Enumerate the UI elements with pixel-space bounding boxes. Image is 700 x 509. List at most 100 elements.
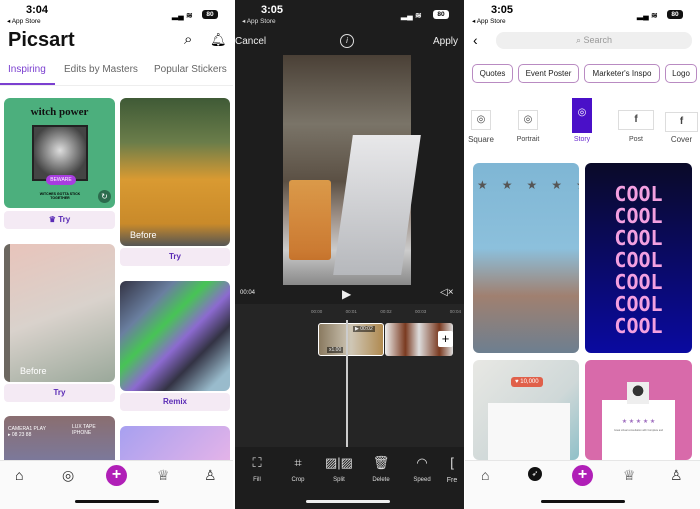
vhs-overlay-text: LUX TAPE IPHONE [72, 424, 96, 436]
collage-card[interactable] [120, 281, 230, 391]
video-preview [283, 55, 421, 285]
home-indicator [75, 500, 159, 503]
before-card-pink-hair[interactable]: Before [4, 244, 115, 382]
ruler-tick: 00:03 [415, 309, 427, 314]
play-button[interactable]: ▶ [342, 287, 351, 301]
chip-quotes[interactable]: Quotes [472, 64, 513, 83]
battery-icon: 80 [667, 10, 683, 19]
chip-marketers-inspo[interactable]: Marketer's Inspo [584, 64, 660, 83]
back-to-app-store[interactable]: ◂ App Store [242, 17, 276, 25]
vhs-overlay-text: CAMERA1 PLAY ▸ 08 23 88 [8, 426, 46, 438]
template-stars-photo[interactable]: ★★★★★★★★★★ [473, 163, 579, 353]
format-portrait[interactable]: ◎ Portrait [513, 110, 543, 143]
before-label: Before [20, 366, 47, 376]
compass-icon[interactable]: ◎ [62, 467, 74, 484]
create-button[interactable]: + [106, 465, 127, 486]
instagram-icon: ◎ [572, 98, 592, 133]
signal-wifi-icon: ▂▄ ≋ [172, 11, 193, 20]
picsart-logo: Picsart [8, 29, 75, 51]
trash-icon: 🗑︎ [372, 455, 390, 470]
tab-inspiring[interactable]: Inspiring [8, 64, 46, 75]
remix-button[interactable]: Remix [120, 393, 230, 411]
split-icon: ▨|▨ [325, 455, 353, 470]
fill-icon: ⛶ [252, 455, 262, 470]
format-cover[interactable]: f Cover [665, 112, 698, 144]
replay-icon[interactable]: ↻ [98, 190, 111, 203]
video-editor-screen: 3:05 ◂ App Store ▂▄ ≋ 80 Cancel i Apply … [235, 0, 464, 509]
tabs-divider [0, 85, 233, 86]
trophy-icon[interactable]: ♕ [623, 467, 636, 484]
status-time: 3:04 [26, 4, 49, 16]
template-map[interactable]: ♥ 10,000 [473, 360, 579, 460]
compass-icon[interactable]: ➶ [528, 467, 542, 481]
star-pattern: ★★★★★★★★★★ [477, 178, 579, 192]
speed-tool[interactable]: ◠ Speed [404, 455, 440, 483]
try-button[interactable]: ♛ Try [4, 211, 115, 229]
cancel-button[interactable]: Cancel [235, 36, 266, 47]
timeline-ruler: 00:00 00:01 00:02 00:03 00:04 [311, 309, 461, 314]
apply-button[interactable]: Apply [433, 36, 458, 47]
crop-tool[interactable]: ⌗ Crop [280, 455, 316, 483]
home-icon[interactable]: ⌂ [15, 467, 23, 483]
before-card-saree[interactable]: Before [120, 98, 230, 246]
review-stars: ★ ★ ★ ★ ★ [621, 419, 656, 425]
fill-tool[interactable]: ⛶ Fill [239, 455, 275, 483]
profile-icon[interactable]: ♙ [670, 467, 683, 484]
video-clip-selected[interactable]: ▶ 00:02 x1.00 [318, 323, 384, 356]
ruler-tick: 00:01 [345, 309, 357, 314]
delete-tool[interactable]: 🗑︎ Delete [363, 455, 399, 483]
speedometer-icon: ◠ [416, 455, 428, 470]
ruler-tick: 00:04 [449, 309, 461, 314]
search-icon[interactable]: ⌕ [184, 31, 192, 48]
home-screen: 3:04 ◂ App Store ▂▄ ≋ 80 Picsart ⌕ 🔔︎ In… [0, 0, 233, 509]
home-icon[interactable]: ⌂ [481, 467, 489, 483]
template-cool[interactable]: COOL COOL COOL COOL COOL COOL COOL [585, 163, 692, 353]
info-icon[interactable]: i [340, 34, 354, 48]
back-to-app-store[interactable]: ◂ App Store [472, 17, 506, 25]
clip-duration: ▶ 00:02 [353, 326, 375, 332]
witch-power-card[interactable]: witch power BEWARE WITCHES GOTTA STICK T… [4, 98, 115, 208]
laptop [333, 135, 421, 275]
mute-icon[interactable]: ◁× [440, 287, 454, 298]
chip-logo[interactable]: Logo [665, 64, 697, 83]
witch-title: witch power [30, 106, 89, 118]
vhs-card[interactable]: CAMERA1 PLAY ▸ 08 23 88 LUX TAPE IPHONE [4, 416, 115, 466]
try-button[interactable]: Try [120, 248, 230, 266]
battery-icon: 80 [433, 10, 449, 19]
bottom-nav: ⌂ ➶ + ♕ ♙ [465, 460, 700, 509]
ruler-tick: 00:02 [380, 309, 392, 314]
before-label: Before [130, 230, 157, 240]
tab-popular-stickers[interactable]: Popular Stickers [154, 64, 227, 75]
templates-screen: 3:05 ◂ App Store ▂▄ ≋ 80 ‹ ⌕ Search Quot… [465, 0, 700, 509]
split-tool[interactable]: ▨|▨ Split [321, 455, 357, 483]
facebook-icon: f [618, 110, 654, 130]
crop-icon: ⌗ [294, 455, 302, 470]
freeze-tool[interactable]: [Fre [442, 455, 462, 484]
format-square[interactable]: ◎ Square [466, 110, 496, 144]
bottom-nav: ⌂ ◎ + ♕ ♙ [0, 460, 233, 509]
orange-drink [289, 180, 331, 260]
back-arrow-icon[interactable]: ‹ [473, 32, 478, 48]
create-button[interactable]: + [572, 465, 593, 486]
trophy-icon[interactable]: ♕ [157, 467, 170, 484]
profile-icon[interactable]: ♙ [204, 467, 217, 484]
current-time: 00:04 [240, 290, 256, 296]
search-input[interactable]: ⌕ Search [496, 32, 692, 49]
review-card: ★ ★ ★ ★ ★ Great virtual consultation wit… [602, 400, 675, 460]
tab-edits-by-masters[interactable]: Edits by Masters [64, 64, 138, 75]
home-indicator [541, 500, 625, 503]
try-button[interactable]: Try [4, 384, 115, 402]
bell-icon[interactable]: 🔔︎ [210, 32, 227, 48]
format-post[interactable]: f Post [618, 110, 654, 143]
add-clip-button[interactable]: + [438, 331, 453, 347]
cool-text: COOL COOL COOL COOL COOL COOL COOL [614, 182, 663, 338]
back-to-app-store[interactable]: ◂ App Store [7, 17, 41, 25]
ruler-tick: 00:00 [311, 309, 323, 314]
witch-caption: WITCHES GOTTA STICK TOGETHER [39, 192, 81, 200]
template-review[interactable]: ★ ★ ★ ★ ★ Great virtual consultation wit… [585, 360, 692, 460]
chip-event-poster[interactable]: Event Poster [518, 64, 579, 83]
panel-divider [233, 0, 235, 509]
playhead[interactable] [346, 320, 348, 447]
format-story[interactable]: ◎ Story [567, 98, 597, 143]
status-time: 3:05 [491, 4, 514, 16]
